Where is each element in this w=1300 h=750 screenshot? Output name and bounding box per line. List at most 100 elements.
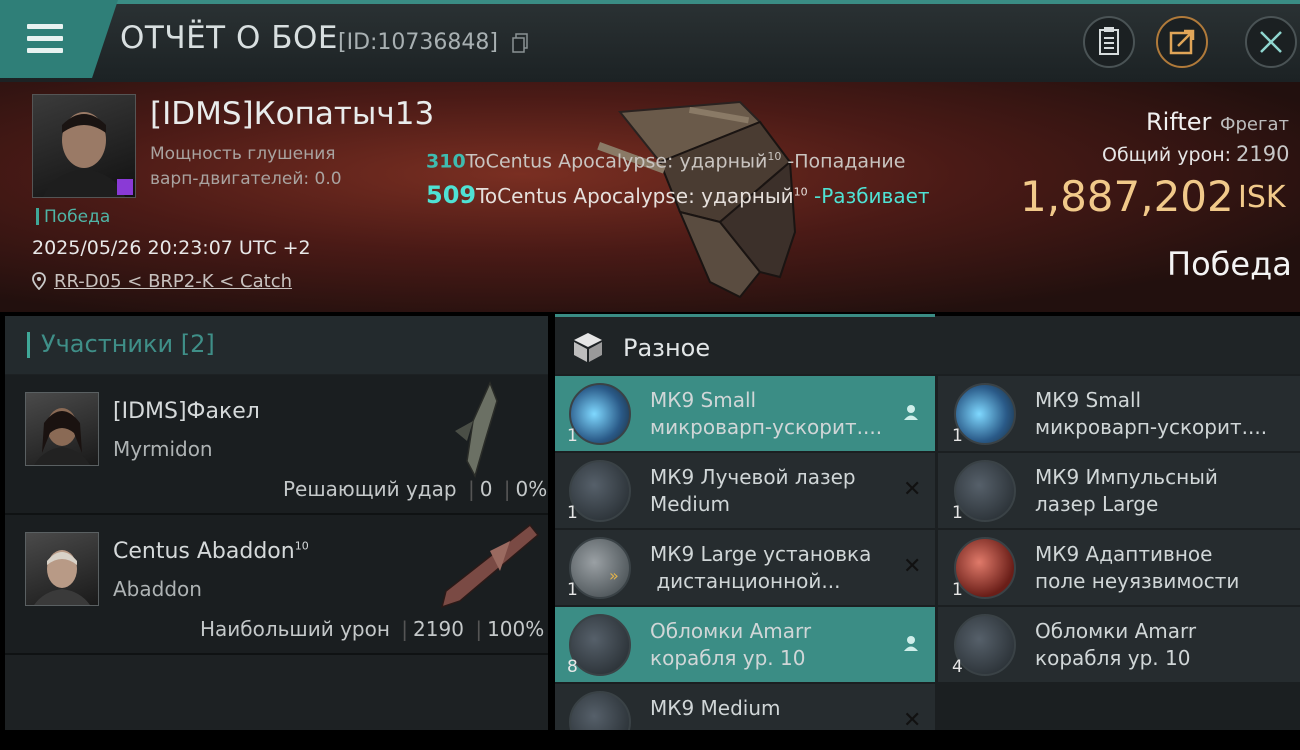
item-qty: 4 [952, 657, 963, 677]
warp-label-line1: Мощность глушения [150, 144, 336, 164]
item-qty: 1 [952, 503, 963, 523]
item-qty: 1 [567, 503, 578, 523]
cube-icon [574, 333, 602, 362]
item-name-line1: Обломки Amarr [1035, 619, 1197, 643]
total-damage-value: 2190 [1236, 142, 1290, 166]
isk-value: 1,887,202 [1020, 172, 1234, 221]
location-link[interactable]: RR-D05 < BRP2-K < Catch [54, 271, 292, 292]
menu-icon-line [27, 48, 63, 53]
stat-label: Решающий удар [283, 477, 457, 501]
stat-damage: 2190 [413, 617, 464, 641]
laser-icon [569, 460, 631, 522]
item-name-line1: МК9 Small [650, 388, 757, 412]
hit-source: ToCentus Apocalypse: ударный [465, 150, 768, 173]
item-name-line1: МК9 Large установка [650, 542, 872, 566]
menu-icon [27, 24, 63, 29]
microwarpdrive-icon [954, 383, 1016, 445]
pulse-laser-icon [954, 460, 1016, 522]
item-name-line1: МК9 Импульсный [1035, 465, 1218, 489]
item-qty: 1 [952, 426, 963, 446]
menu-icon-line [27, 36, 63, 41]
item-name-line2: поле неуязвимости [1035, 569, 1240, 593]
item-cell[interactable]: 1 МК9 Small микроварп-ускорит.... [938, 376, 1300, 451]
item-name-line2: микроварп-ускорит.... [650, 415, 883, 439]
victim-portrait[interactable] [32, 94, 136, 198]
destroyed-x-icon: ✕ [903, 554, 922, 579]
item-cell[interactable]: МК9 Medium ✕ [555, 684, 935, 730]
items-header[interactable]: Разное [555, 316, 1300, 374]
item-name-line1: МК9 Лучевой лазер [650, 465, 856, 489]
hit-damage: 310 [426, 150, 466, 173]
participant-level: 10 [294, 539, 309, 553]
ship-icon [455, 381, 498, 478]
hit-source: ToCentus Apocalypse: ударный [476, 184, 794, 208]
wreck-icon [569, 614, 631, 676]
stat-label: Наибольший урон [200, 617, 390, 641]
clipboard-button[interactable] [1083, 16, 1135, 68]
item-cell[interactable]: 1 МК9 Адаптивное поле неуязвимости [938, 530, 1300, 605]
stat-damage: 0 [479, 477, 493, 501]
item-cell[interactable]: 8 Обломки Amarr корабля ур. 10 [555, 607, 935, 682]
isk-unit: ISK [1238, 180, 1286, 215]
header-accent [27, 332, 30, 358]
result-badge: Победа [44, 207, 111, 227]
page-title: ОТЧЁТ О БОЕ [120, 20, 338, 56]
item-name-line2: Medium [650, 492, 730, 516]
battle-result: Победа [1167, 245, 1292, 283]
combat-log-line: 509ToCentus Apocalypse: ударный10 -Разби… [426, 181, 930, 209]
share-icon [1169, 29, 1195, 55]
item-qty: 1 [952, 580, 963, 600]
wreck-icon [954, 614, 1016, 676]
stat-percent: 0% [515, 477, 548, 501]
participant-name: Centus Abaddon10 [113, 539, 309, 564]
item-name-line2: микроварп-ускорит.... [1035, 415, 1268, 439]
hit-result: -Разбивает [814, 184, 930, 208]
close-button[interactable] [1245, 16, 1297, 68]
item-name-line1: МК9 Medium [650, 696, 781, 720]
victim-name[interactable]: [IDMS]Копатыч13 [150, 96, 434, 132]
participant-portrait [34, 550, 90, 605]
item-cell[interactable]: 1 МК9 Импульсный лазер Large [938, 453, 1300, 528]
participant-row[interactable]: [IDMS]Факел Myrmidon Решающий удар | 0 | 0… [5, 375, 548, 515]
destroyed-x-icon: ✕ [903, 708, 922, 730]
participants-header[interactable]: Участники [2] [5, 316, 548, 374]
hit-level: 10 [767, 150, 782, 163]
participant-row[interactable]: Centus Abaddon10 Abaddon Наибольший урон… [5, 515, 548, 655]
participant-stats: Решающий удар | 0 | 0% [283, 477, 548, 501]
hit-result: -Попадание [787, 150, 906, 173]
stat-percent: 100% [487, 617, 545, 641]
item-qty: 8 [567, 657, 578, 677]
share-button[interactable] [1156, 16, 1208, 68]
clipboard-icon [1099, 27, 1119, 55]
item-qty: 1 [567, 426, 578, 446]
item-name-line1: МК9 Адаптивное [1035, 542, 1213, 566]
dropped-person-icon [904, 405, 918, 420]
item-cell[interactable]: 1 МК9 Лучевой лазер Medium ✕ [555, 453, 935, 528]
total-damage-label: Общий урон: [1102, 144, 1232, 166]
kill-datetime: 2025/05/26 20:23:07 UTC +2 [32, 237, 311, 259]
chevron-icon: » [609, 566, 619, 585]
participant-portrait [34, 408, 90, 465]
item-name-line1: МК9 Small [1035, 388, 1142, 412]
item-cell[interactable]: » 1 МК9 Large установка дистанционной...… [555, 530, 935, 605]
victim-ship-name[interactable]: Rifter [1146, 108, 1211, 136]
close-icon [1260, 31, 1282, 53]
item-name-line2: корабля ур. 10 [650, 646, 806, 670]
hit-damage: 509 [426, 181, 477, 209]
warp-label-line2: варп-двигателей: 0.0 [150, 169, 342, 189]
copy-icon[interactable] [512, 33, 528, 53]
pilot-avatar [43, 112, 133, 197]
item-cell[interactable]: 1 МК9 Small микроварп-ускорит.... [555, 376, 935, 451]
combat-log-line: 310ToCentus Apocalypse: ударный10 -Попад… [426, 150, 905, 172]
item-qty: 1 [567, 580, 578, 600]
location-pin-icon [32, 272, 46, 290]
hit-level: 10 [793, 185, 808, 199]
participants-title: Участники [2] [41, 330, 215, 358]
participant-ship: Myrmidon [113, 437, 213, 461]
dropped-person-icon [904, 636, 918, 651]
remote-armor-icon [569, 537, 631, 599]
participant-ship: Abaddon [113, 577, 202, 601]
ship-icon [440, 523, 540, 609]
participant-name: [IDMS]Факел [113, 399, 260, 424]
item-cell[interactable]: 4 Обломки Amarr корабля ур. 10 [938, 607, 1300, 682]
